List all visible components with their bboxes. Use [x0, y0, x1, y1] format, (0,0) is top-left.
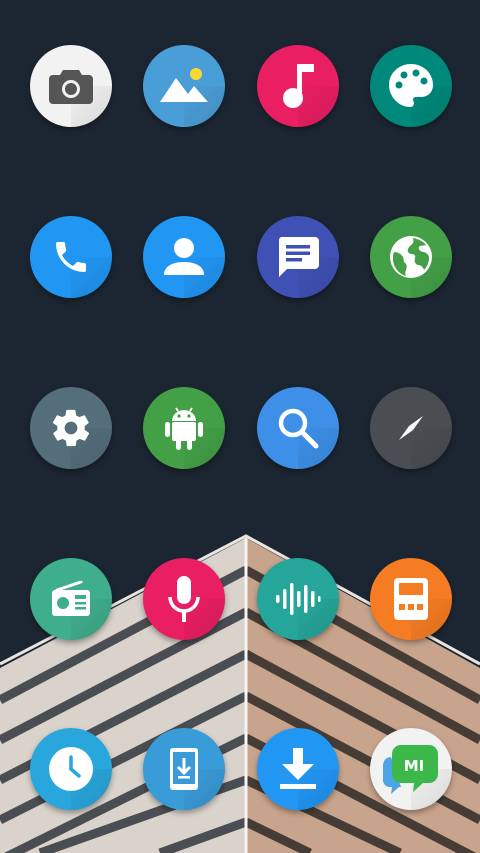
gear-icon: [49, 406, 93, 450]
calculator-icon: [394, 578, 428, 620]
search-icon: [277, 407, 319, 449]
android-icon: [164, 405, 204, 451]
gallery-icon: [160, 68, 208, 104]
svg-text:MI: MI: [404, 757, 425, 775]
radio-icon: [51, 581, 91, 617]
mi-chat-icon: MI: [383, 743, 439, 795]
android-app-icon[interactable]: [143, 387, 225, 469]
camera-app-icon[interactable]: [30, 45, 112, 127]
updater-app-icon[interactable]: [143, 728, 225, 810]
download-icon: [278, 748, 318, 790]
calculator-app-icon[interactable]: [370, 558, 452, 640]
compass-icon: [391, 408, 431, 448]
browser-app-icon[interactable]: [370, 216, 452, 298]
globe-icon: [389, 235, 433, 279]
camera-icon: [49, 68, 93, 104]
phone-download-icon: [169, 747, 199, 791]
palette-icon: [388, 63, 434, 109]
mi-talk-app-icon[interactable]: MI: [370, 728, 452, 810]
themes-app-icon[interactable]: [370, 45, 452, 127]
messages-app-icon[interactable]: [257, 216, 339, 298]
compass-app-icon[interactable]: [370, 387, 452, 469]
phone-app-icon[interactable]: [30, 216, 112, 298]
contacts-app-icon[interactable]: [143, 216, 225, 298]
music-note-icon: [281, 64, 315, 108]
voice-app-icon[interactable]: [257, 558, 339, 640]
settings-app-icon[interactable]: [30, 387, 112, 469]
recorder-app-icon[interactable]: [143, 558, 225, 640]
phone-icon: [51, 237, 91, 277]
microphone-icon: [167, 575, 201, 623]
search-app-icon[interactable]: [257, 387, 339, 469]
waveform-icon: [275, 581, 321, 617]
downloads-app-icon[interactable]: [257, 728, 339, 810]
gallery-app-icon[interactable]: [143, 45, 225, 127]
app-grid: MI: [0, 0, 480, 853]
clock-icon: [48, 746, 94, 792]
contact-icon: [163, 237, 205, 277]
clock-app-icon[interactable]: [30, 728, 112, 810]
music-app-icon[interactable]: [257, 45, 339, 127]
radio-app-icon[interactable]: [30, 558, 112, 640]
message-icon: [277, 237, 319, 277]
